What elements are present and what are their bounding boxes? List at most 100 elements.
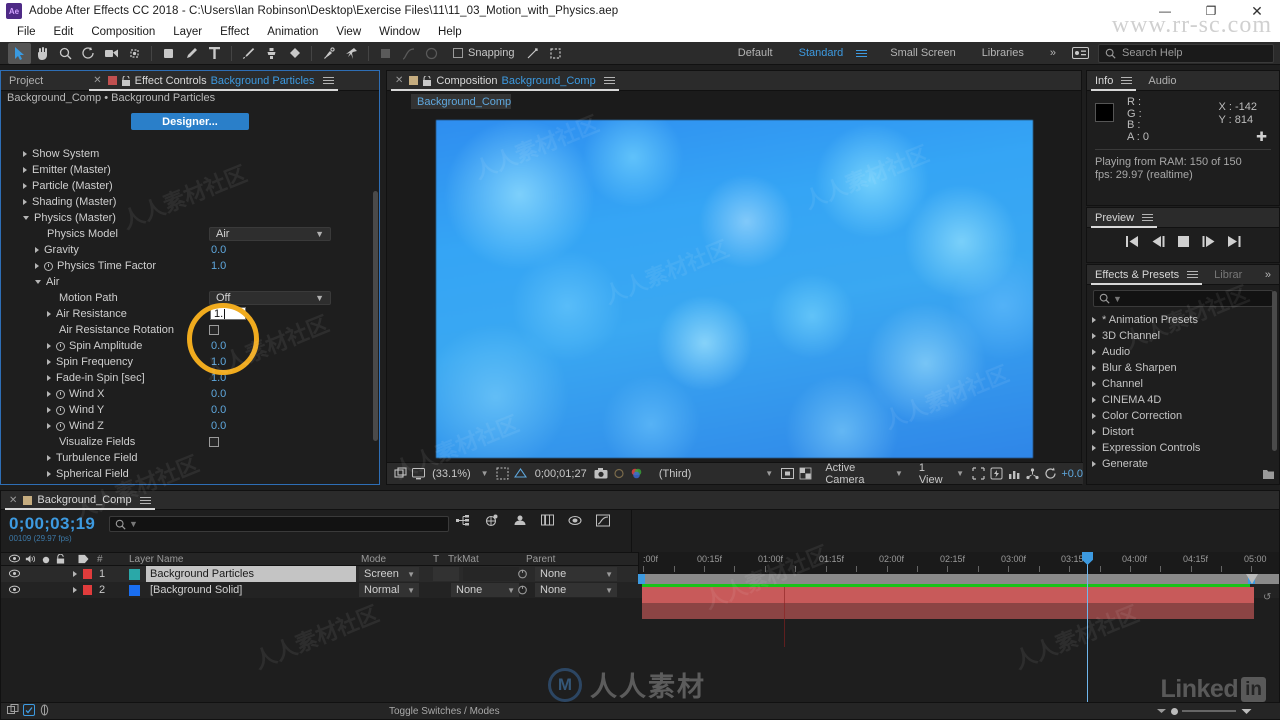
transparency-grid-icon[interactable] (798, 465, 812, 482)
prop-air-resistance[interactable]: Air Resistance 1. (1, 306, 379, 322)
workspace-menu-icon[interactable] (856, 49, 868, 57)
panel-menu-icon[interactable] (139, 496, 151, 504)
layer-visibility-toggle[interactable] (8, 569, 21, 581)
comp-flowchart-icon[interactable] (7, 703, 19, 719)
snapping-checkbox[interactable] (453, 48, 463, 58)
prop-emitter-master[interactable]: Emitter (Master) (1, 162, 379, 178)
zoom-chevron-down-icon[interactable]: ▼ (478, 469, 492, 478)
tab-preview[interactable]: Preview (1087, 208, 1161, 228)
zoom-slider-track[interactable] (1182, 710, 1236, 712)
prop-spin-amplitude[interactable]: Spin Amplitude 0.0 (1, 338, 379, 354)
motion-blur-footer-icon[interactable] (39, 704, 50, 719)
timeline-search-input[interactable]: ▼ (109, 516, 449, 532)
visualize-fields-checkbox[interactable] (209, 437, 219, 447)
comp-current-time[interactable]: 0;00;01;27 (532, 468, 590, 480)
prop-gravity[interactable]: Gravity 0.0 (1, 242, 379, 258)
panel-menu-icon[interactable] (322, 77, 334, 84)
panel-menu-icon[interactable] (1187, 271, 1199, 278)
prop-air[interactable]: Air (1, 274, 379, 290)
fx-category-cinema-4d[interactable]: CINEMA 4D (1087, 392, 1279, 408)
layer-trkmat-dropdown[interactable]: None ▼ (451, 583, 519, 597)
menu-edit[interactable]: Edit (45, 22, 83, 42)
effect-controls-scrollbar[interactable] (373, 191, 378, 441)
layer-label-color[interactable] (83, 585, 92, 595)
parent-pickwhip-icon[interactable] (517, 569, 528, 582)
rotation-alt-icon[interactable] (420, 43, 443, 64)
search-help-input[interactable]: Search Help (1098, 43, 1274, 63)
last-frame-button[interactable] (1227, 236, 1241, 250)
workspace-standard[interactable]: Standard (786, 47, 857, 59)
type-tool-icon[interactable] (203, 43, 226, 64)
camera-chevron-down-icon[interactable]: ▼ (892, 469, 906, 478)
exposure-value[interactable]: +0.0 (1061, 468, 1083, 480)
anchor-point-tool-icon[interactable] (123, 43, 146, 64)
resolution-chevron-down-icon[interactable]: ▼ (762, 469, 776, 478)
prop-show-system[interactable]: Show System (1, 146, 379, 162)
fx-category-blur-sharpen[interactable]: Blur & Sharpen (1087, 360, 1279, 376)
panel-overflow-button[interactable]: » (1257, 265, 1279, 285)
stop-button[interactable] (1177, 236, 1189, 250)
layer-trkmat-cell[interactable] (433, 567, 459, 581)
camera-tool-icon[interactable] (100, 43, 123, 64)
snapshot-camera-icon[interactable] (594, 465, 608, 482)
layer-visibility-toggle[interactable] (8, 585, 21, 597)
close-icon[interactable]: ✕ (93, 75, 101, 86)
effects-list-scrollbar[interactable] (1272, 291, 1277, 451)
air-resistance-rotation-checkbox[interactable] (209, 325, 219, 335)
selection-tool-icon[interactable] (8, 42, 31, 64)
pixel-aspect-correction-icon[interactable] (971, 465, 985, 482)
prop-air-resistance-rotation[interactable]: Air Resistance Rotation (1, 322, 379, 338)
fx-category-animation-presets[interactable]: * Animation Presets (1087, 312, 1279, 328)
region-of-interest-icon[interactable] (544, 43, 567, 64)
resolution-value[interactable]: (Third) (656, 468, 694, 480)
menu-composition[interactable]: Composition (82, 22, 164, 42)
align-tool-icon[interactable] (521, 43, 544, 64)
comp-nav-tab[interactable]: Background_Comp (411, 94, 511, 109)
workspace-small-screen[interactable]: Small Screen (877, 47, 968, 59)
playhead-line[interactable] (1087, 552, 1088, 712)
tab-composition[interactable]: ✕ Composition Background_Comp (387, 71, 623, 91)
layer-parent-dropdown[interactable]: None ▼ (535, 567, 617, 581)
current-time-display[interactable]: 0;00;03;19 (9, 514, 95, 534)
composition-mini-flowchart-icon[interactable] (456, 514, 470, 530)
rotation-tool-icon[interactable] (77, 43, 100, 64)
brush-tool-icon[interactable] (237, 43, 260, 64)
puppet-pin-tool-icon[interactable] (340, 43, 363, 64)
prop-particle-master[interactable]: Particle (Master) (1, 178, 379, 194)
pen-tool-icon[interactable] (180, 43, 203, 64)
camera-value[interactable]: Active Camera (822, 462, 888, 486)
menu-file[interactable]: File (8, 22, 45, 42)
prop-physics-time-factor[interactable]: Physics Time Factor 1.0 (1, 258, 379, 274)
maximize-button[interactable]: ❐ (1188, 0, 1234, 22)
views-value[interactable]: 1 View (916, 462, 949, 486)
layer-mode-dropdown[interactable]: Normal ▼ (359, 583, 419, 597)
composition-viewer[interactable] (387, 111, 1081, 466)
shape-tool-icon[interactable] (157, 43, 180, 64)
prop-physics-model[interactable]: Physics Model Air ▼ (1, 226, 379, 242)
physics-time-factor-value[interactable]: 1.0 (211, 260, 226, 272)
work-area-start-handle[interactable] (638, 574, 645, 584)
hide-shy-layers-icon[interactable] (513, 514, 527, 530)
3d-renderer-icon[interactable] (1025, 465, 1039, 482)
close-icon[interactable]: ✕ (395, 75, 403, 86)
prop-visualize-fields[interactable]: Visualize Fields (1, 434, 379, 450)
eraser-tool-icon[interactable] (283, 43, 306, 64)
toggle-switches-modes-button[interactable]: Toggle Switches / Modes (389, 706, 500, 717)
reset-exposure-icon[interactable] (1043, 465, 1057, 482)
show-snapshot-icon[interactable] (612, 465, 626, 482)
clone-stamp-tool-icon[interactable] (260, 43, 283, 64)
layer-parent-dropdown[interactable]: None ▼ (535, 583, 617, 597)
workspace-libraries[interactable]: Libraries (969, 47, 1037, 59)
stopwatch-icon[interactable] (44, 261, 53, 271)
fx-category-generate[interactable]: Generate (1087, 456, 1279, 472)
layer-duration-bar[interactable] (642, 603, 1254, 619)
layer-mode-dropdown[interactable]: Screen ▼ (359, 567, 419, 581)
spin-frequency-value[interactable]: 1.0 (211, 356, 226, 368)
workspace-default[interactable]: Default (725, 47, 786, 59)
toggle-switches-icon[interactable] (23, 703, 35, 719)
time-stretch-icon[interactable]: ↺ (1263, 592, 1271, 603)
roto-brush-tool-icon[interactable] (317, 43, 340, 64)
parent-pickwhip-icon[interactable] (517, 585, 528, 598)
resolution-region-icon[interactable] (514, 465, 528, 482)
wind-y-value[interactable]: 0.0 (211, 404, 226, 416)
